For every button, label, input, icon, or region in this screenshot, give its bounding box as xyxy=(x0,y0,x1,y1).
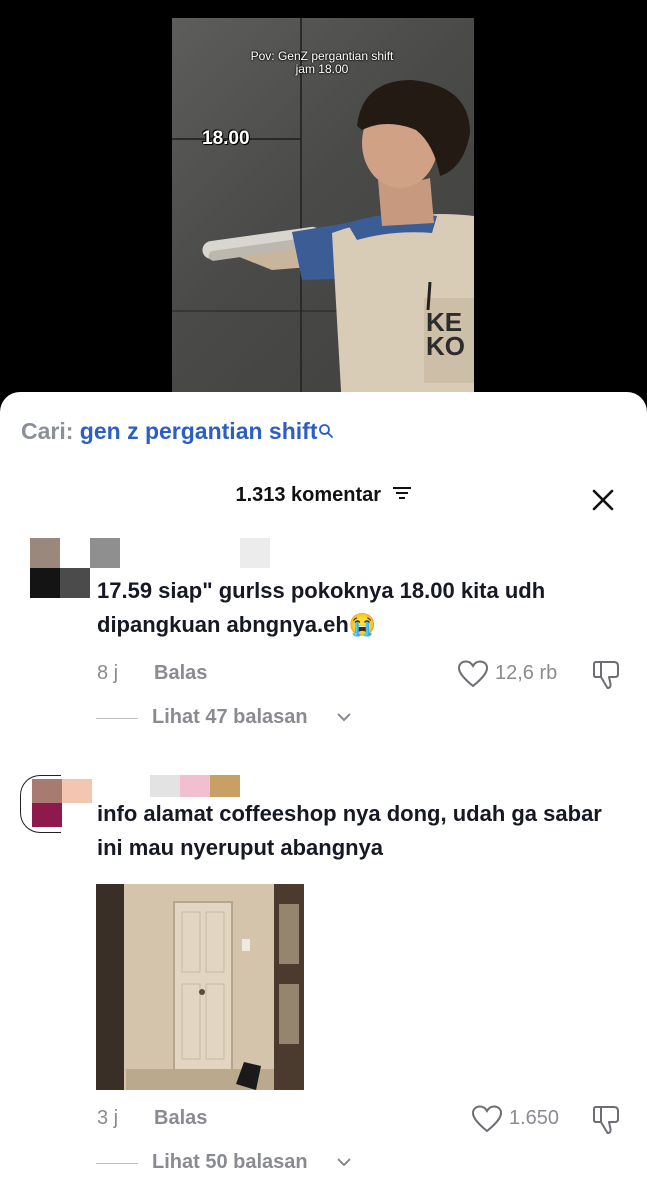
reply-button[interactable]: Balas xyxy=(154,662,207,685)
comment-photo[interactable] xyxy=(96,884,304,1090)
filter-icon[interactable] xyxy=(392,485,412,506)
video-frame[interactable]: KE KO Pov: GenZ pergantian shift jam 18.… xyxy=(172,18,474,408)
search-prefix: Cari: xyxy=(21,418,74,444)
comment-item: 17.59 siap" gurlss pokoknya 18.00 kita u… xyxy=(0,538,647,738)
like-count: 1.650 xyxy=(509,1107,560,1129)
photo-scene xyxy=(96,884,304,1090)
comments-header: 1.313 komentar xyxy=(0,484,647,516)
comment-time: 8 j xyxy=(97,662,119,684)
video-caption-line2: jam 18.00 xyxy=(295,62,349,76)
chevron-down-icon xyxy=(336,1155,352,1173)
search-query-link[interactable]: gen z pergantian shift xyxy=(80,418,318,444)
comment-item: info alamat coffeeshop nya dong, udah ga… xyxy=(0,775,647,1195)
avatar[interactable] xyxy=(20,775,92,835)
comment-text: 17.59 siap" gurlss pokoknya 18.00 kita u… xyxy=(97,578,546,637)
view-replies-label: Lihat 50 balasan xyxy=(152,1151,308,1173)
dislike-icon[interactable] xyxy=(592,660,620,695)
comment-text: info alamat coffeeshop nya dong, udah ga… xyxy=(97,801,602,860)
apron-logo-line2: KO xyxy=(426,331,465,361)
comments-sheet: Cari: gen z pergantian shift 1.313 komen… xyxy=(0,392,647,1200)
reply-button[interactable]: Balas xyxy=(154,1107,207,1130)
video-player[interactable]: KE KO Pov: GenZ pergantian shift jam 18.… xyxy=(0,0,647,430)
username-pixelated[interactable] xyxy=(90,538,120,568)
video-time-overlay: 18.00 xyxy=(202,128,250,149)
apron-logo: KE KO xyxy=(426,309,465,361)
avatar[interactable] xyxy=(30,538,90,598)
comment-time: 3 j xyxy=(97,1107,119,1129)
view-replies-button[interactable]: Lihat 47 balasan xyxy=(96,706,366,730)
view-replies-label: Lihat 47 balasan xyxy=(152,706,308,728)
search-suggestion[interactable]: Cari: gen z pergantian shift xyxy=(21,418,334,445)
username-pixelated[interactable] xyxy=(150,775,180,797)
dislike-icon[interactable] xyxy=(592,1105,620,1140)
video-caption: Pov: GenZ pergantian shift jam 18.00 xyxy=(232,50,412,76)
username-pixelated xyxy=(180,775,210,797)
comment-count: 1.313 komentar xyxy=(235,484,382,506)
heart-icon[interactable] xyxy=(471,1105,503,1138)
username-pixelated xyxy=(240,538,270,568)
close-icon[interactable] xyxy=(591,488,615,512)
heart-icon[interactable] xyxy=(457,660,489,693)
divider-line xyxy=(96,1163,138,1164)
search-icon xyxy=(318,418,334,445)
view-replies-button[interactable]: Lihat 50 balasan xyxy=(96,1151,366,1175)
divider-line xyxy=(96,718,138,719)
username-pixelated xyxy=(210,775,240,797)
chevron-down-icon xyxy=(336,710,352,728)
like-count: 12,6 rb xyxy=(495,662,558,684)
